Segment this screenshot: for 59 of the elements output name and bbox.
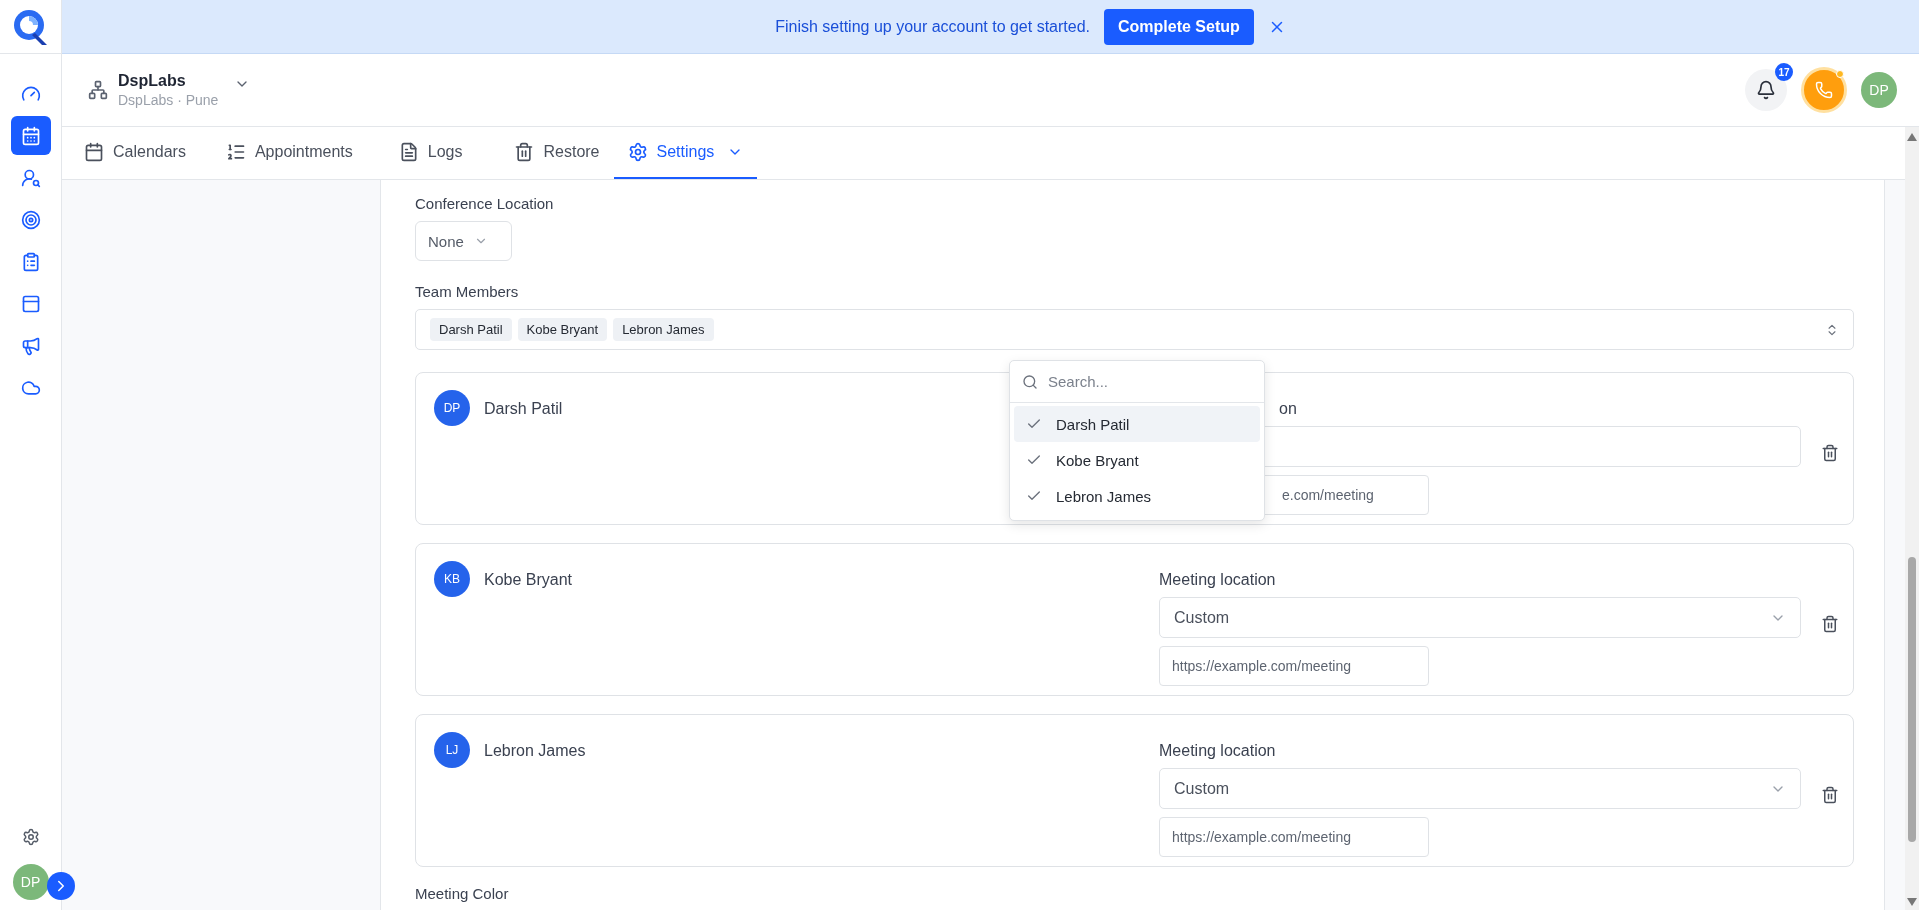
contacts-icon [20, 167, 41, 188]
trash-icon [1821, 444, 1839, 462]
meeting-url-input[interactable]: https://example.com/meeting [1159, 817, 1429, 857]
meeting-location-select[interactable]: Custom [1159, 768, 1801, 809]
member-chip: Kobe Bryant [517, 318, 608, 341]
notification-count-badge: 17 [1775, 63, 1793, 81]
dropdown-option[interactable]: Darsh Patil [1014, 406, 1260, 442]
settings-icon [627, 142, 648, 162]
expand-sidebar-button[interactable] [47, 872, 75, 900]
hierarchy-icon [88, 80, 108, 100]
scroll-up-icon[interactable] [1907, 133, 1917, 141]
member-chip: Darsh Patil [430, 318, 512, 341]
scrollbar[interactable] [1905, 127, 1919, 910]
trash-icon [1821, 786, 1839, 804]
member-name: Kobe Bryant [484, 571, 573, 589]
complete-setup-button[interactable]: Complete Setup [1104, 8, 1254, 45]
field-label: Meeting Color [415, 885, 510, 902]
panel-icon [20, 293, 41, 314]
sidebar-nav-button[interactable] [10, 116, 51, 155]
member-chip: Lebron James [613, 318, 714, 341]
field-label: Team Members [415, 283, 520, 300]
megaphone-icon [20, 335, 41, 356]
scroll-down-icon[interactable] [1907, 898, 1917, 906]
notifications-button[interactable] [1745, 69, 1787, 111]
settings-icon[interactable] [21, 828, 40, 846]
field-label: Meeting location [1159, 742, 1277, 760]
bell-icon [1756, 80, 1776, 100]
calendar-icon [20, 125, 41, 146]
team-members-select[interactable]: Darsh Patil Kobe Bryant Lebron James [415, 309, 1854, 350]
target-icon [20, 209, 41, 230]
delete-button[interactable] [1821, 786, 1839, 804]
member-name: Darsh Patil [484, 400, 563, 418]
field-label: Conference Location [415, 195, 555, 212]
delete-button[interactable] [1821, 615, 1839, 633]
member-name: Lebron James [484, 742, 586, 760]
meeting-location-select[interactable]: Custom [1159, 597, 1801, 638]
dropdown-option[interactable]: Kobe Bryant [1014, 442, 1260, 478]
numbered-list-icon [225, 142, 246, 162]
trash-icon [514, 142, 535, 162]
nav-tab[interactable]: Appointments [211, 127, 367, 179]
calendar-icon [84, 142, 104, 162]
nav-tab[interactable]: Restore [500, 127, 614, 179]
delete-button[interactable] [1821, 444, 1839, 462]
phone-icon [1815, 81, 1833, 99]
status-dot [1836, 70, 1844, 78]
member-avatar: LJ [434, 732, 470, 768]
setup-message: Finish setting up your account to get started. [775, 17, 1090, 36]
member-avatar: KB [434, 561, 470, 597]
nav-tab[interactable]: Logs [384, 127, 477, 179]
nav-tab[interactable]: Calendars [70, 127, 200, 179]
meeting-url-input[interactable]: https://example.com/meeting [1159, 646, 1429, 686]
search-icon [1022, 373, 1038, 390]
organization-switcher[interactable]: DspLabs DspLabs · Pune [88, 72, 251, 108]
conference-location-select[interactable]: None [415, 221, 512, 261]
field-label: Meeting location [1159, 571, 1277, 589]
field-label: on [1278, 400, 1298, 418]
scrollbar-thumb[interactable] [1908, 557, 1916, 842]
member-avatar: DP [434, 390, 470, 426]
trash-icon [1821, 615, 1839, 633]
